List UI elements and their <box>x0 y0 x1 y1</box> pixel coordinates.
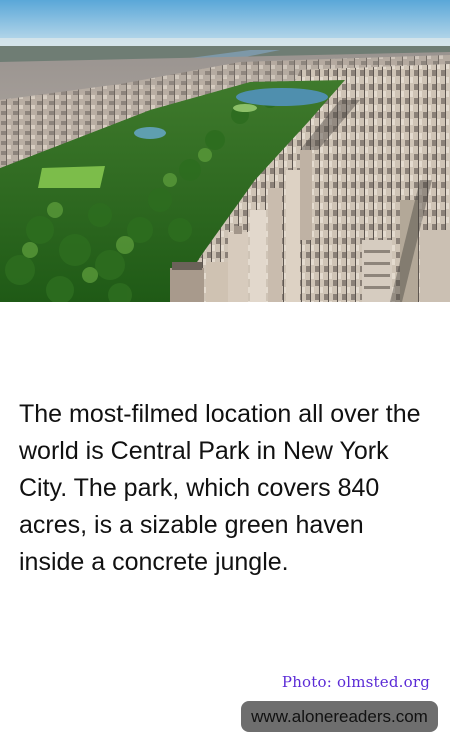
photo-credit: Photo: olmsted.org <box>281 673 430 691</box>
site-url: www.alonereaders.com <box>251 706 428 726</box>
fact-text: The most-filmed location all over the wo… <box>19 400 421 576</box>
site-url-badge: www.alonereaders.com <box>241 701 438 732</box>
central-park-aerial-photo <box>0 0 450 302</box>
